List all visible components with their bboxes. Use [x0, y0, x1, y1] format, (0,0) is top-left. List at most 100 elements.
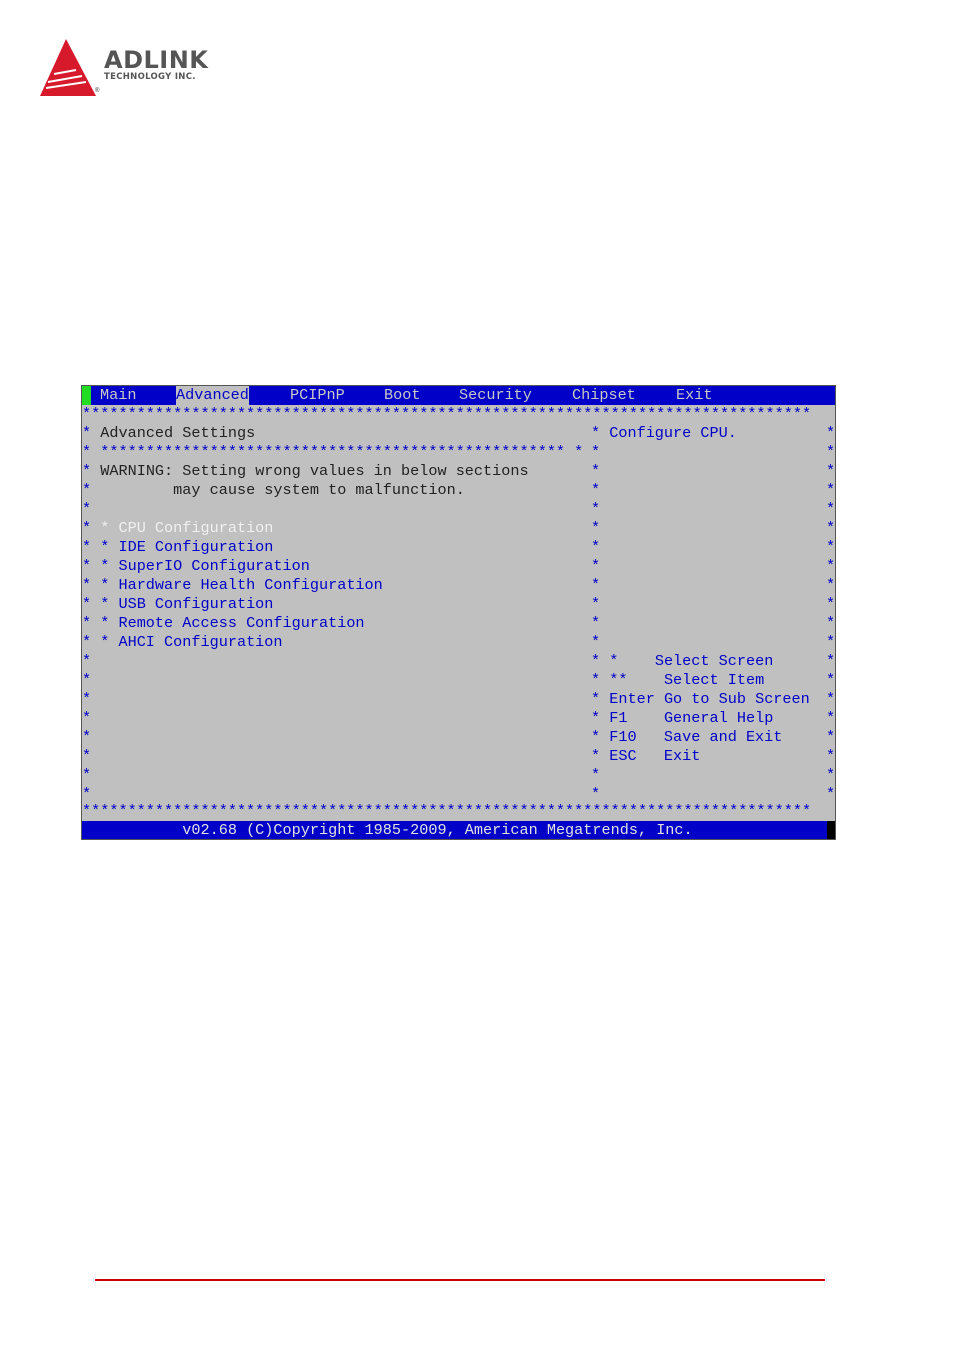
copyright-text: v02.68 (C)Copyright 1985-2009, American … [182, 821, 693, 839]
help-border: * [591, 481, 601, 499]
help-panel: * Configure CPU. [591, 424, 737, 442]
help-border: * [591, 595, 601, 613]
page-footer-rule [95, 1279, 825, 1281]
tab-exit[interactable]: Exit [676, 386, 712, 405]
blank-row: * [82, 709, 92, 727]
item-label: AHCI Configuration [118, 633, 283, 651]
bios-screen: Main Advanced PCIPnP Boot Security Chips… [81, 385, 836, 840]
tab-advanced[interactable]: Advanced [176, 386, 249, 405]
item-label: CPU Configuration [118, 519, 274, 537]
bios-menu-bar: Main Advanced PCIPnP Boot Security Chips… [82, 386, 835, 405]
copyright-bar: v02.68 (C)Copyright 1985-2009, American … [82, 821, 827, 839]
warning-line-1: WARNING: Setting wrong values in below s… [100, 462, 529, 480]
tab-pcipnp[interactable]: PCIPnP [290, 386, 345, 405]
menu-item-ide[interactable]: * * IDE Configuration [82, 538, 273, 557]
key-hint-enter: * Enter Go to Sub Screen [591, 690, 810, 708]
tab-security[interactable]: Security [459, 386, 532, 405]
warning-row-1: * WARNING: Setting wrong values in below… [82, 462, 529, 480]
right-border: * [826, 538, 836, 556]
item-label: SuperIO Configuration [118, 557, 310, 575]
help-border: * [591, 614, 601, 632]
right-border: * [826, 443, 836, 461]
footer-corner [827, 821, 835, 839]
section-title-row: * Advanced Settings [82, 424, 256, 442]
item-label: USB Configuration [118, 595, 274, 613]
key-hint-f1: * F1 General Help [591, 709, 774, 727]
help-border: * [591, 557, 601, 575]
right-border: * [826, 424, 836, 442]
help-border: * [591, 462, 601, 480]
key-label: ESC [609, 747, 637, 765]
tab-boot[interactable]: Boot [384, 386, 420, 405]
right-border: * [826, 766, 836, 784]
menu-item-cpu[interactable]: * * CPU Configuration [82, 519, 273, 538]
right-border: * [826, 652, 836, 670]
help-border: * [591, 633, 601, 651]
key-hint-select-item: * ** Select Item [591, 671, 765, 689]
menu-item-usb[interactable]: * * USB Configuration [82, 595, 273, 614]
item-label: Remote Access Configuration [118, 614, 365, 632]
key-desc: Go to Sub Screen [663, 690, 810, 708]
right-border: * [826, 614, 836, 632]
border-top: ****************************************… [82, 405, 812, 423]
section-divider: * **************************************… [82, 443, 584, 461]
key-desc: Save and Exit [663, 728, 783, 746]
tab-chipset[interactable]: Chipset [572, 386, 636, 405]
key-hint-f10: * F10 Save and Exit [591, 728, 783, 746]
right-border: * [826, 519, 836, 537]
help-border: * [591, 576, 601, 594]
help-border: * [591, 538, 601, 556]
key-desc: General Help [663, 709, 774, 727]
blank-row: * [82, 747, 92, 765]
help-border: * [591, 519, 601, 537]
blank-row: * [82, 671, 92, 689]
blank-row: * [82, 690, 92, 708]
key-hint-select-screen: * * Select Screen [591, 652, 774, 670]
item-label: Hardware Health Configuration [118, 576, 383, 594]
right-border: * [826, 728, 836, 746]
key-hint-esc: * ESC Exit [591, 747, 701, 765]
blank-row: * [82, 500, 92, 518]
help-border: * [591, 500, 601, 518]
item-label: IDE Configuration [118, 538, 274, 556]
warning-line-2: may cause system to malfunction. [173, 481, 465, 499]
right-border: * [826, 690, 836, 708]
adlink-logo: ADLINK TECHNOLOGY INC. ® [38, 38, 238, 98]
key-desc: Exit [663, 747, 701, 765]
menu-item-superio[interactable]: * * SuperIO Configuration [82, 557, 310, 576]
right-border: * [826, 747, 836, 765]
key-label: F1 [609, 709, 628, 727]
key-desc: Select Item [663, 671, 765, 689]
section-title: Advanced Settings [100, 424, 256, 442]
key-label: * [609, 652, 619, 670]
right-border: * [826, 785, 836, 803]
menu-item-ahci[interactable]: * * AHCI Configuration [82, 633, 283, 652]
right-border: * [826, 462, 836, 480]
key-label: Enter [609, 690, 655, 708]
menu-cursor [82, 386, 91, 405]
key-label: ** [609, 671, 628, 689]
warning-row-2: * may cause system to malfunction. [82, 481, 465, 499]
right-border: * [826, 595, 836, 613]
tab-main[interactable]: Main [100, 386, 136, 405]
brand-subtitle: TECHNOLOGY INC. [104, 72, 196, 82]
adlink-triangle-icon [40, 39, 96, 96]
registered-mark: ® [95, 88, 100, 94]
border-bottom: ****************************************… [82, 802, 812, 820]
right-border: * [826, 557, 836, 575]
blank-row: * [82, 766, 92, 784]
blank-row: * [82, 728, 92, 746]
right-border: * [826, 500, 836, 518]
right-border: * [826, 576, 836, 594]
right-border: * [826, 481, 836, 499]
help-text: Configure CPU. [609, 424, 737, 442]
right-border: * [826, 709, 836, 727]
key-desc: Select Screen [654, 652, 774, 670]
brand-name: ADLINK [104, 46, 209, 74]
right-border: * [826, 633, 836, 651]
menu-item-hardware-health[interactable]: * * Hardware Health Configuration [82, 576, 383, 595]
help-border: * [591, 443, 601, 461]
menu-item-remote-access[interactable]: * * Remote Access Configuration [82, 614, 365, 633]
key-label: F10 [609, 728, 637, 746]
blank-row: * [82, 652, 92, 670]
